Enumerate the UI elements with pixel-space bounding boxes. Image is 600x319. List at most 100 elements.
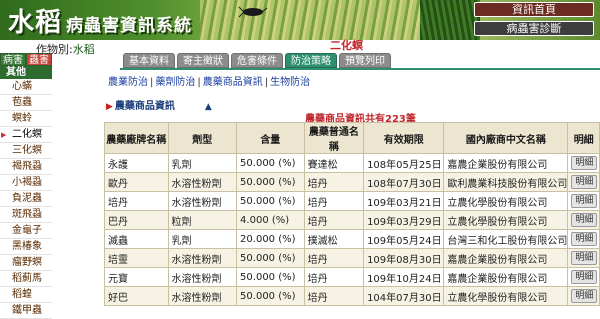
sidebar-tabs: 病害 蟲害 [0,53,52,66]
cell-expiry: 108年05月25日 [363,153,445,173]
site-banner: 水稻 病蟲害資訊系統 資訊首頁 病蟲害診斷 [0,0,600,40]
cell-common-name: 培丹 [303,267,365,287]
detail-button[interactable]: 明細 [571,289,598,303]
col-content[interactable]: 含量 [236,122,305,154]
subnav-pesticide-products[interactable]: 農藥商品資訊 [203,77,263,88]
sidebar-item[interactable]: 褐飛蝨 [0,159,52,175]
col-manufacturer[interactable]: 國內廠商中文名稱 [443,122,569,154]
subnav-chemical[interactable]: 藥劑防治 [155,77,195,88]
table-row: 永護 乳劑 50.000 (%) 賽達松 108年05月25日 嘉農企業股份有限… [104,153,600,173]
cell-manufacturer: 嘉農企業股份有限公司 [443,267,569,287]
cell-content: 50.000 (%) [236,248,305,268]
cell-brand: 巴丹 [104,210,169,230]
table-row: 培靈 水溶性粉劑 50.000 (%) 培丹 109年08月30日 嘉農企業股份… [104,248,600,268]
cell-detail: 明細 [567,248,600,268]
sidebar-item[interactable]: 螟蛉 [0,111,52,127]
sidebar-tab-disease[interactable]: 病害 [0,53,26,66]
sidebar-header-other[interactable]: 其他 [0,66,52,79]
cell-formulation: 水溶性粉劑 [167,286,238,306]
cell-brand: 永護 [104,153,169,173]
detail-button[interactable]: 明細 [571,175,598,189]
cell-brand: 滅蟲 [104,229,169,249]
detail-button[interactable]: 明細 [571,213,598,227]
sidebar-item[interactable]: 心蟎 [0,79,52,95]
cell-manufacturer: 嘉農企業股份有限公司 [443,248,569,268]
triangle-up-icon[interactable]: ▲ [205,102,212,112]
cell-formulation: 粒劑 [167,210,238,230]
sidebar-item[interactable]: 負泥蟲 [0,191,52,207]
sidebar-item[interactable]: 三化螟 [0,143,52,159]
subnav-separator: | [264,77,269,88]
subnav-agricultural[interactable]: 農業防治 [108,77,148,88]
detail-button[interactable]: 明細 [571,232,598,246]
cell-manufacturer: 嘉農企業股份有限公司 [443,153,569,173]
cell-brand: 歐丹 [104,172,169,192]
cell-manufacturer: 歐利農業科技股份有限公司 [443,172,569,192]
cell-common-name: 培丹 [303,191,365,211]
cell-content: 50.000 (%) [236,172,305,192]
col-expiry[interactable]: 有效期限 [363,122,445,154]
cell-common-name: 撲滅松 [303,229,365,249]
sidebar-item[interactable]: 金龜子 [0,223,52,239]
sidebar-tab-insect[interactable]: 蟲害 [26,53,52,66]
tab-control-strategy[interactable]: 防治策略 [285,53,337,68]
insect-icon [238,6,268,18]
detail-button[interactable]: 明細 [571,156,598,170]
tab-underline [120,68,600,70]
sidebar-item-selected[interactable]: 二化螟 [0,127,52,143]
sidebar-item[interactable]: 稻薊馬 [0,271,52,287]
section-heading: ▶ 農藥商品資訊 ▲ [106,97,212,112]
cell-common-name: 培丹 [303,172,365,192]
cell-formulation: 水溶性粉劑 [167,172,238,192]
cell-detail: 明細 [567,267,600,287]
detail-button[interactable]: 明細 [571,251,598,265]
pesticide-table: 農藥廠牌名稱 劑型 含量 農藥普通名稱 有效期限 國內廠商中文名稱 明細 永護 … [104,122,600,306]
cell-manufacturer: 立農化學股份有限公司 [443,210,569,230]
table-row: 巴丹 粒劑 4.000 (%) 培丹 109年03月29日 立農化學股份有限公司… [104,210,600,230]
subnav-separator: | [197,77,201,88]
cell-content: 50.000 (%) [236,286,305,306]
tab-basic-info[interactable]: 基本資料 [123,53,175,68]
cell-common-name: 培丹 [303,248,365,268]
arrow-right-icon: ▶ [106,102,113,112]
site-title-main: 水稻 [8,8,63,38]
site-title-sub: 病蟲害資訊系統 [66,16,193,36]
table-row: 培丹 水溶性粉劑 50.000 (%) 培丹 109年03月21日 立農化學股份… [104,191,600,211]
col-brand[interactable]: 農藥廠牌名稱 [104,122,169,154]
cell-formulation: 水溶性粉劑 [167,248,238,268]
detail-button[interactable]: 明細 [571,194,598,208]
cell-detail: 明細 [567,286,600,306]
sidebar-item[interactable]: 斑飛蝨 [0,207,52,223]
cell-expiry: 108年07月30日 [363,172,445,192]
cell-expiry: 104年07月30日 [363,286,445,306]
col-formulation[interactable]: 劑型 [167,122,238,154]
subnav-separator: | [150,77,154,88]
cell-common-name: 賽達松 [303,153,365,173]
cell-expiry: 109年03月21日 [363,191,445,211]
table-row: 元寶 水溶性粉劑 50.000 (%) 培丹 109年10月24日 嘉農企業股份… [104,267,600,287]
table-row: 滅蟲 乳劑 20.000 (%) 撲滅松 109年05月24日 台灣三和化工股份… [104,229,600,249]
tab-damage-conditions[interactable]: 危害條件 [231,53,283,68]
sidebar-pest-list: 心蟎 苞蟲 螟蛉 二化螟 三化螟 褐飛蝨 小褐蝨 負泥蟲 斑飛蝨 金龜子 黑椿象… [0,79,52,319]
subnav-biological[interactable]: 生物防治 [270,77,310,88]
cell-formulation: 水溶性粉劑 [167,191,238,211]
tab-print-preview[interactable]: 預覽列印 [339,53,391,68]
sidebar-item[interactable]: 瘤野螟 [0,255,52,271]
sidebar-item[interactable]: 鐵甲蟲 [0,303,52,319]
sidebar-item[interactable]: 苞蟲 [0,95,52,111]
tab-host-symptoms[interactable]: 寄主徵狀 [177,53,229,68]
diagnosis-button[interactable]: 病蟲害診斷 [474,21,594,36]
cell-detail: 明細 [567,191,600,211]
sidebar-item[interactable]: 黑椿象 [0,239,52,255]
cell-formulation: 乳劑 [167,229,238,249]
col-common-name[interactable]: 農藥普通名稱 [303,122,365,154]
cell-detail: 明細 [567,153,600,173]
cell-detail: 明細 [567,229,600,249]
cell-content: 50.000 (%) [236,267,305,287]
cell-manufacturer: 立農化學股份有限公司 [443,286,569,306]
sidebar-item[interactable]: 稻蝗 [0,287,52,303]
sidebar-item[interactable]: 小褐蝨 [0,175,52,191]
home-button[interactable]: 資訊首頁 [474,2,594,17]
cell-formulation: 乳劑 [167,153,238,173]
detail-button[interactable]: 明細 [571,270,598,284]
